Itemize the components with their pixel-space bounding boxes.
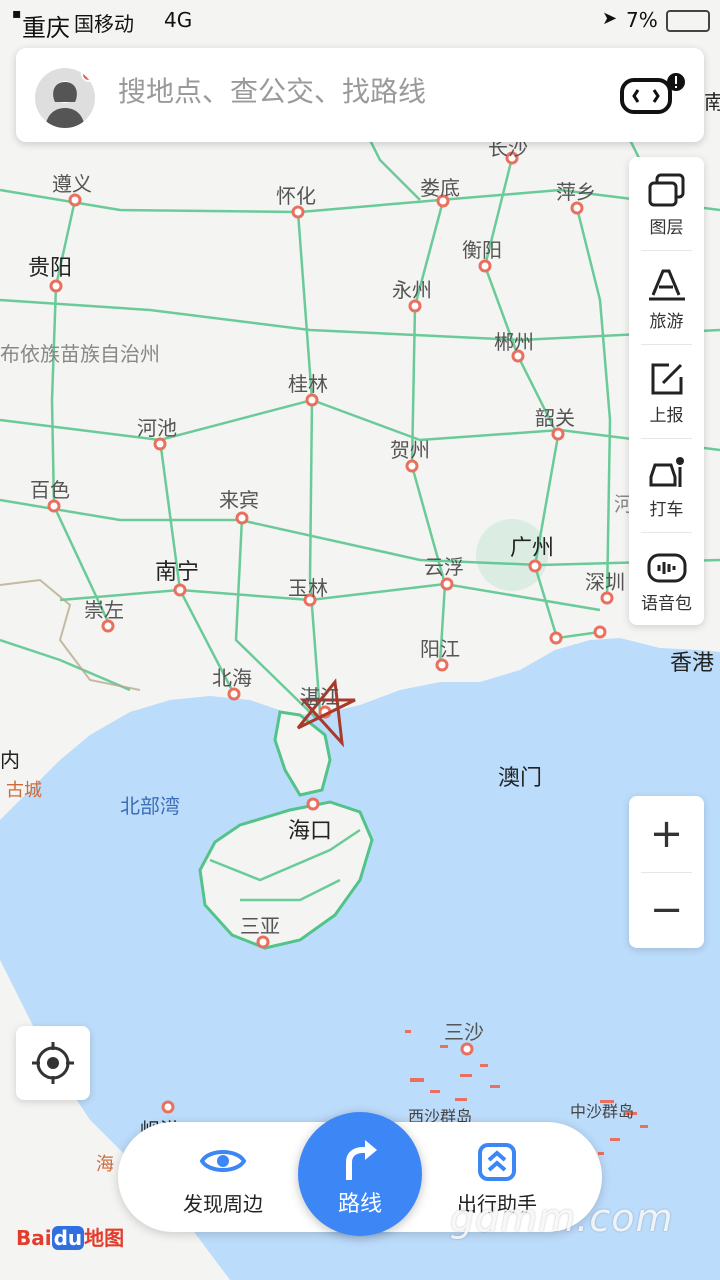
zoom-control: + −	[629, 796, 704, 948]
map-label-shenzhen: 深圳	[585, 570, 625, 594]
toolbar-item-report[interactable]: 上报	[629, 345, 704, 438]
route-button[interactable]: 路线	[298, 1112, 422, 1236]
map-label-sansha: 三沙	[444, 1020, 484, 1044]
avatar[interactable]	[35, 68, 95, 128]
map-label-ancient-town: 古城	[6, 780, 42, 801]
voice-pack-label: 语音包	[641, 594, 692, 614]
signal-type: 4G	[164, 8, 193, 32]
map-label-hengyang: 衡阳	[462, 238, 502, 262]
voice-pack-icon	[647, 553, 687, 583]
map-label-yangjiang: 阳江	[420, 637, 460, 661]
route-label: 路线	[337, 1192, 382, 1217]
ar-icon	[620, 73, 685, 114]
baidu-map-logo: Bai du 地图	[16, 1222, 124, 1262]
taxi-label: 打车	[649, 500, 684, 520]
discover-label: 发现周边	[183, 1192, 263, 1216]
travel-icon	[649, 269, 685, 301]
battery-icon	[666, 10, 710, 32]
status-bar: ▪ 重庆 国移动 4G ➤ 7%	[0, 0, 720, 42]
toolbar-item-taxi[interactable]: 打车	[629, 439, 704, 532]
map-label-yongzhou: 永州	[392, 278, 432, 302]
map-label-yunfu: 云浮	[424, 555, 464, 579]
map-label-guilin: 桂林	[288, 372, 328, 396]
map-label-yulin: 玉林	[288, 576, 328, 600]
map-label-nei: 内	[0, 748, 20, 772]
map-label-nanning: 南宁	[155, 560, 200, 585]
report-label: 上报	[649, 406, 684, 426]
report-icon	[651, 363, 683, 395]
map-label-qiandongnan: 布依族苗族自治州	[0, 342, 160, 366]
logo-text-map: 地图	[84, 1226, 125, 1250]
map-label-guangzhou: 广州	[510, 536, 555, 561]
map-label-hechi: 河池	[137, 416, 177, 440]
layers-label: 图层	[649, 218, 684, 238]
map-label-zunyi: 遵义	[52, 172, 92, 196]
map-canvas[interactable]	[0, 0, 720, 1280]
notification-dot	[81, 68, 95, 82]
map-label-beibu-gulf: 北部湾	[120, 794, 180, 818]
map-label-hongkong: 香港	[670, 651, 715, 676]
map-label-hai: 海	[96, 1154, 114, 1175]
map-label-baise: 百色	[30, 478, 70, 502]
network-label: 国移动	[74, 12, 134, 36]
zoom-in-button[interactable]: +	[629, 796, 704, 872]
ar-button[interactable]	[620, 72, 686, 118]
map-label-macau: 澳门	[498, 766, 543, 791]
toolbar-item-voice-pack[interactable]: 语音包	[629, 533, 704, 626]
discover-button[interactable]: 发现周边	[148, 1122, 298, 1232]
map-label-pingxiang: 萍乡	[556, 180, 596, 204]
map-label-guiyang: 贵阳	[28, 256, 73, 281]
map-label-beihai: 北海	[212, 666, 252, 690]
locate-button[interactable]	[16, 1026, 90, 1100]
location-arrow-icon: ➤	[602, 8, 618, 29]
map-label-huaihua: 怀化	[276, 184, 316, 208]
search-bar[interactable]	[16, 48, 704, 142]
signal-icon: ▪	[12, 6, 22, 22]
battery-text: 7%	[626, 8, 658, 32]
toolbar-item-layers[interactable]: 图层	[629, 157, 704, 250]
map-label-chongzuo: 崇左	[84, 598, 124, 622]
toolbar-item-travel[interactable]: 旅游	[629, 251, 704, 344]
taxi-icon	[649, 457, 684, 487]
watermark: gdmm.com	[450, 1196, 674, 1240]
route-arrow-icon	[346, 1140, 377, 1180]
search-input[interactable]	[116, 74, 560, 109]
zoom-out-button[interactable]: −	[629, 872, 704, 948]
map-label-laibin: 来宾	[219, 488, 259, 512]
map-label-haikou: 海口	[288, 819, 333, 844]
logo-text-bai: Bai	[16, 1226, 52, 1250]
locate-icon	[32, 1042, 74, 1084]
map-label-loudi: 娄底	[420, 176, 460, 200]
assistant-icon	[478, 1143, 516, 1181]
eye-icon	[199, 1150, 247, 1172]
map-label-chenzhou: 郴州	[494, 330, 534, 354]
logo-text-du: du	[51, 1226, 85, 1250]
map-label-zhongsha: 中沙群岛	[570, 1102, 635, 1121]
map-label-hezhou: 贺州	[390, 438, 430, 462]
map-label-shaoguan: 韶关	[535, 406, 575, 430]
map-label-nan: 南	[704, 90, 720, 114]
layers-icon	[648, 173, 685, 207]
travel-label: 旅游	[649, 312, 684, 332]
map-label-sanya: 三亚	[240, 914, 280, 938]
map-label-zhanjiang: 湛江	[300, 685, 340, 709]
right-toolbar: 图层 旅游 上报 打车 语音包	[629, 157, 704, 625]
carrier-label: 重庆	[22, 14, 70, 42]
